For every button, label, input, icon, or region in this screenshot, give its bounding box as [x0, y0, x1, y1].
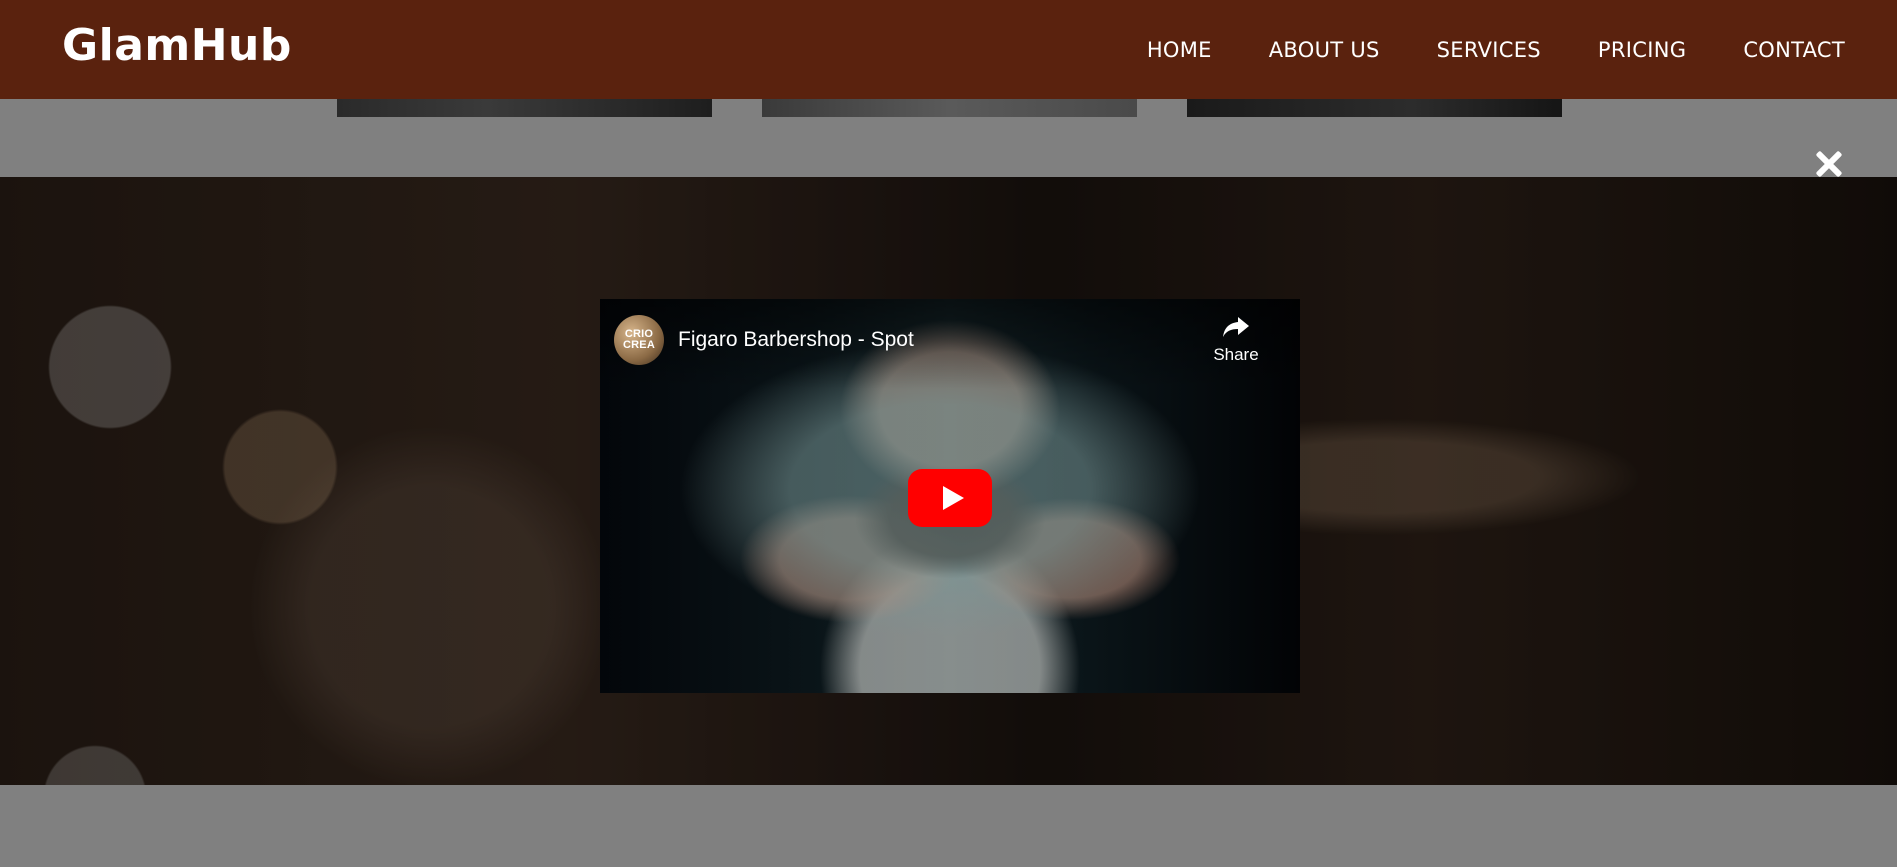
- nav-pricing[interactable]: PRICING: [1598, 38, 1686, 62]
- main-nav: HOME ABOUT US SERVICES PRICING CONTACT: [1147, 38, 1845, 62]
- gallery-card-image: [762, 99, 1137, 117]
- site-logo[interactable]: GlamHub: [62, 20, 292, 71]
- play-icon[interactable]: [908, 469, 992, 527]
- site-header: GlamHub HOME ABOUT US SERVICES PRICING C…: [0, 0, 1897, 99]
- channel-avatar[interactable]: CRIO CREA: [614, 315, 664, 365]
- video-title[interactable]: Figaro Barbershop - Spot: [678, 328, 914, 352]
- nav-contact[interactable]: CONTACT: [1743, 38, 1845, 62]
- video-player[interactable]: CRIO CREA Figaro Barbershop - Spot Share: [600, 299, 1300, 693]
- nav-about-us[interactable]: ABOUT US: [1269, 38, 1380, 62]
- nav-services[interactable]: SERVICES: [1437, 38, 1541, 62]
- nav-home[interactable]: HOME: [1147, 38, 1212, 62]
- close-icon[interactable]: [1813, 148, 1845, 180]
- gallery-card-image: [337, 99, 712, 117]
- page: GlamHub HOME ABOUT US SERVICES PRICING C…: [0, 0, 1897, 867]
- gallery-card-image: [1187, 99, 1562, 117]
- channel-avatar-text: CREA: [623, 339, 655, 351]
- share-label: Share: [1213, 345, 1259, 364]
- share-icon: [1223, 317, 1249, 337]
- share-button[interactable]: Share: [1206, 315, 1266, 365]
